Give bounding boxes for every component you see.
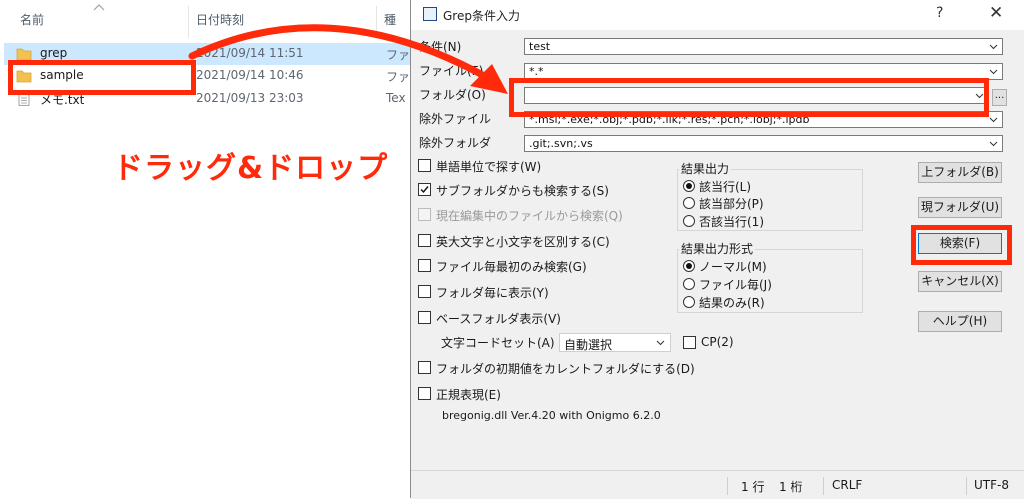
drag-and-drop-caption: ドラッグ&ドロップ (113, 151, 389, 186)
drag-arrow-icon (188, 24, 508, 94)
